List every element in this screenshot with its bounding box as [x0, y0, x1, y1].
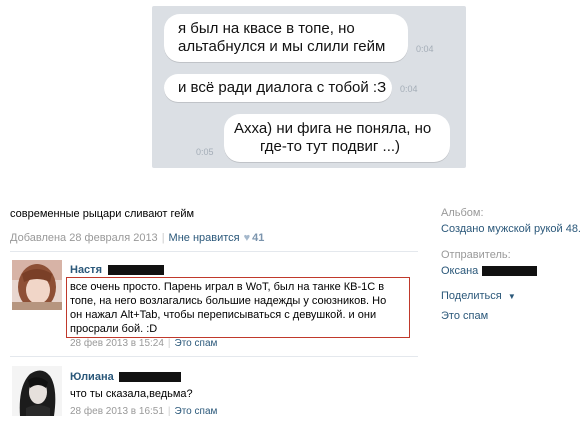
redacted-surname [119, 372, 181, 382]
comment-text: что ты сказала,ведьма? [70, 388, 193, 400]
comment-meta: 28 фев 2013 в 16:51 | Это спам [70, 406, 217, 417]
comment-date: 28 фев 2013 в 15:24 [70, 338, 164, 349]
share-label: Поделиться [441, 290, 502, 302]
sender-label: Отправитель: [441, 249, 511, 261]
redacted-surname [108, 265, 164, 275]
message-time: 0:04 [400, 84, 418, 94]
chat-bubble-text: где-то тут подвиг ...) [260, 138, 401, 155]
chat-bubble-incoming: и всё ради диалога с тобой :З [164, 74, 392, 102]
avatar[interactable] [12, 366, 62, 416]
comment-author[interactable]: Юлиана [70, 371, 114, 383]
comment-text: все очень просто. Парень играл в WoT, бы… [70, 281, 385, 293]
comment-text: просрали бой. :D [70, 323, 158, 335]
chat-bubble-text: Ахха) ни фига не поняла, но [234, 120, 432, 137]
chat-bubble-text: и всё ради диалога с тобой :З [178, 79, 387, 96]
chevron-down-icon: ▼ [507, 292, 516, 301]
comment-date: 28 фев 2013 в 16:51 [70, 406, 164, 417]
avatar[interactable] [12, 260, 62, 310]
share-button[interactable]: Поделиться ▼ [441, 290, 516, 302]
post-meta: Добавлена 28 февраля 2013 | Мне нравится ♥ 4… [10, 232, 264, 244]
like-count: 41 [252, 232, 265, 244]
message-time: 0:04 [416, 44, 434, 54]
comment-meta: 28 фев 2013 в 15:24 | Это спам [70, 338, 217, 349]
meta-separator: | [161, 232, 165, 244]
chat-screenshot: я был на квасе в топе, но альтабнулся и … [152, 6, 466, 168]
chat-bubble-outgoing: Ахха) ни фига не поняла, но где-то тут п… [224, 114, 450, 162]
comment-text: он нажал Alt+Tab, чтобы переписываться с… [70, 309, 377, 321]
like-button[interactable]: Мне нравится [169, 232, 240, 244]
chat-bubble-text: я был на квасе в топе, но [178, 20, 355, 37]
divider [10, 251, 418, 252]
meta-separator: | [167, 406, 171, 417]
sender-link[interactable]: Оксана [441, 265, 478, 277]
post-title: современные рыцари сливают гейм [10, 208, 195, 220]
chat-bubble-text: альтабнулся и мы слили гейм [178, 38, 386, 55]
redacted-surname [482, 266, 537, 276]
album-label: Альбом: [441, 207, 484, 219]
meta-separator: | [167, 338, 171, 349]
comment-author[interactable]: Настя [70, 264, 102, 276]
report-spam-link[interactable]: Это спам [441, 310, 488, 322]
message-time: 0:05 [196, 147, 214, 157]
comment-text: топе, на него возлагались большие надежд… [70, 295, 387, 307]
post-date: Добавлена 28 февраля 2013 [10, 232, 158, 244]
divider [10, 356, 418, 357]
report-spam-link[interactable]: Это спам [175, 406, 218, 417]
album-link[interactable]: Создано мужской рукой 48. [441, 223, 581, 235]
heart-icon[interactable]: ♥ [244, 232, 251, 244]
chat-bubble-incoming: я был на квасе в топе, но альтабнулся и … [164, 14, 408, 62]
report-spam-link[interactable]: Это спам [175, 338, 218, 349]
